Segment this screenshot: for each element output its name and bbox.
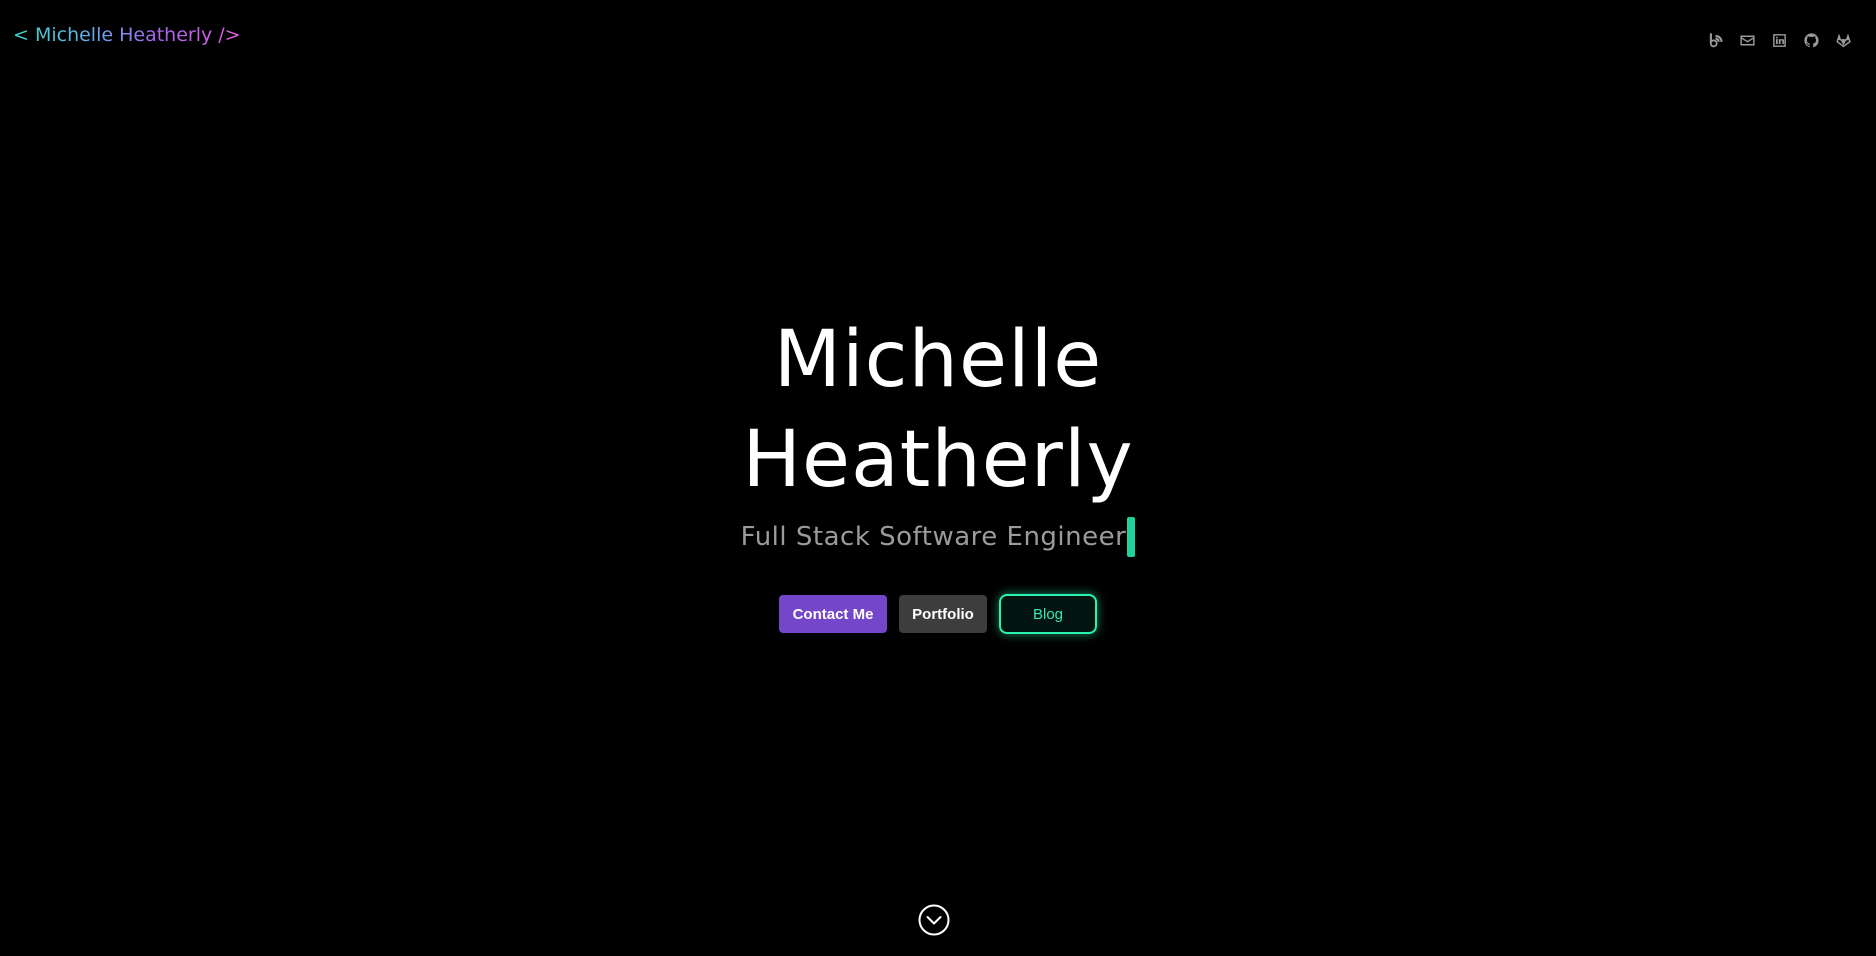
hero-buttons: Contact Me Portfolio Blog [0, 594, 1876, 634]
blog-icon[interactable] [1706, 31, 1724, 49]
role-row: Full Stack Software Engineer [0, 516, 1876, 558]
portfolio-button[interactable]: Portfolio [899, 595, 987, 633]
contact-button[interactable]: Contact Me [779, 595, 887, 633]
gitlab-icon[interactable] [1834, 31, 1852, 49]
page: < Michelle Heatherly /> Michelle Heather… [0, 0, 1876, 956]
hero-role: Full Stack Software Engineer [740, 522, 1127, 552]
typing-cursor [1127, 517, 1136, 557]
github-icon[interactable] [1802, 31, 1820, 49]
site-logo[interactable]: < Michelle Heatherly /> [13, 26, 241, 45]
email-icon[interactable] [1738, 31, 1756, 49]
hero-name: Michelle Heatherly [0, 310, 1876, 510]
hero-name-line1: Michelle [773, 315, 1103, 405]
hero-name-line2: Heatherly [742, 415, 1134, 505]
blog-button[interactable]: Blog [999, 594, 1097, 634]
social-links [1706, 31, 1852, 49]
chevron-down-circle-icon[interactable] [918, 904, 950, 936]
linkedin-icon[interactable] [1770, 31, 1788, 49]
hero-section: Michelle Heatherly Full Stack Software E… [0, 310, 1876, 634]
